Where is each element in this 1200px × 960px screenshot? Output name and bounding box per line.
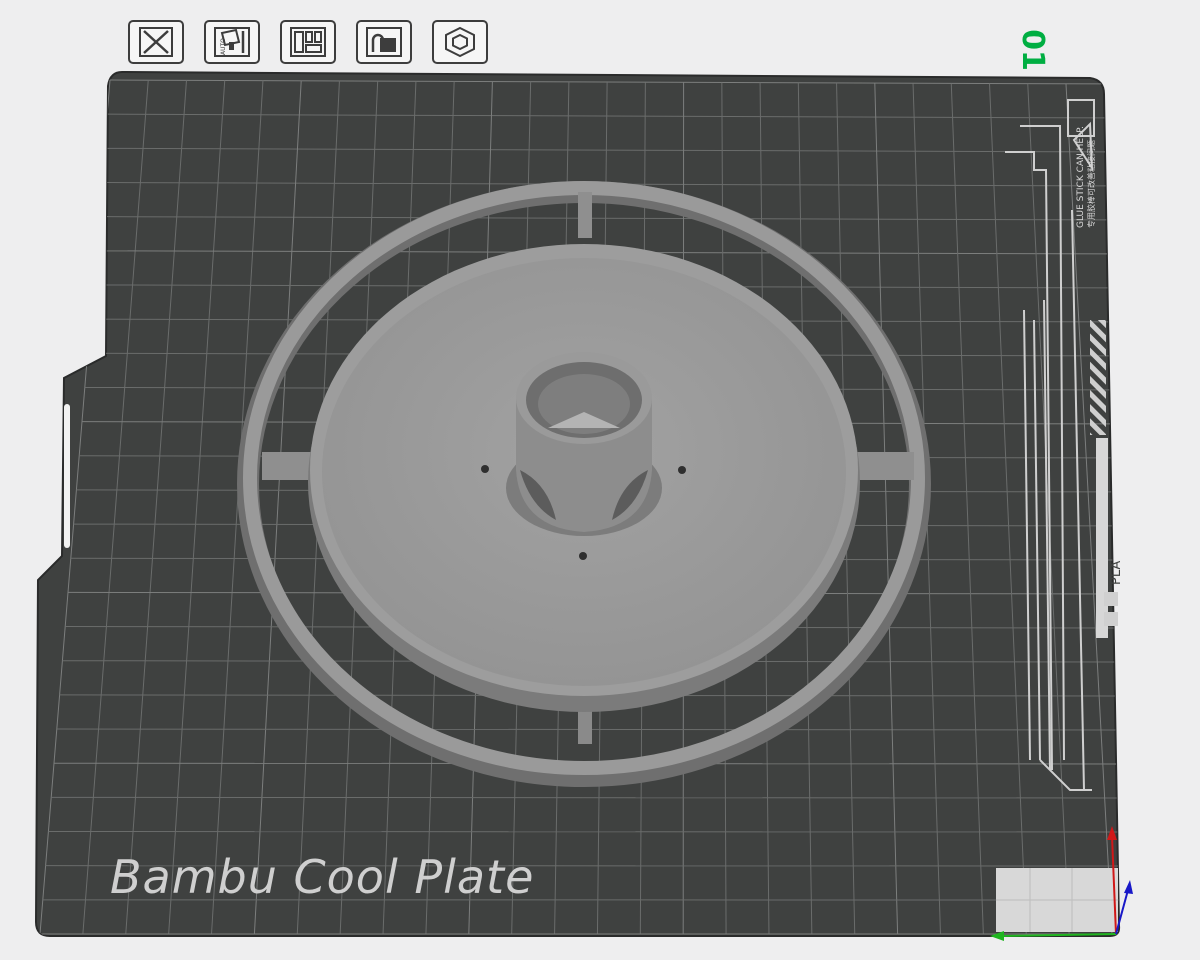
grid-line: [51, 796, 1120, 799]
build-plate-scene: GLUE STICK CAN HELP. 专用胶棒可改善粘接问题 PLA Bam…: [34, 70, 1133, 941]
material-stripe: [1096, 438, 1108, 638]
hatch-marking: [1090, 320, 1106, 435]
plate-handle-slot: [64, 404, 70, 548]
plate-name-label: Bambu Cool Plate: [110, 850, 534, 904]
model-spool-holder[interactable]: [237, 181, 931, 787]
mount-hole: [678, 466, 686, 474]
glue-stick-hint: GLUE STICK CAN HELP.: [1076, 126, 1086, 228]
mount-hole: [481, 465, 489, 473]
3d-viewport[interactable]: AUTO 01 GLUE STICK CAN HELP. 专用胶棒可改善粘接问题…: [0, 0, 1200, 960]
mount-hole: [579, 552, 587, 560]
material-label: PLA: [1109, 561, 1124, 585]
glue-stick-hint-cn: 专用胶棒可改善粘接问题: [1086, 140, 1096, 228]
